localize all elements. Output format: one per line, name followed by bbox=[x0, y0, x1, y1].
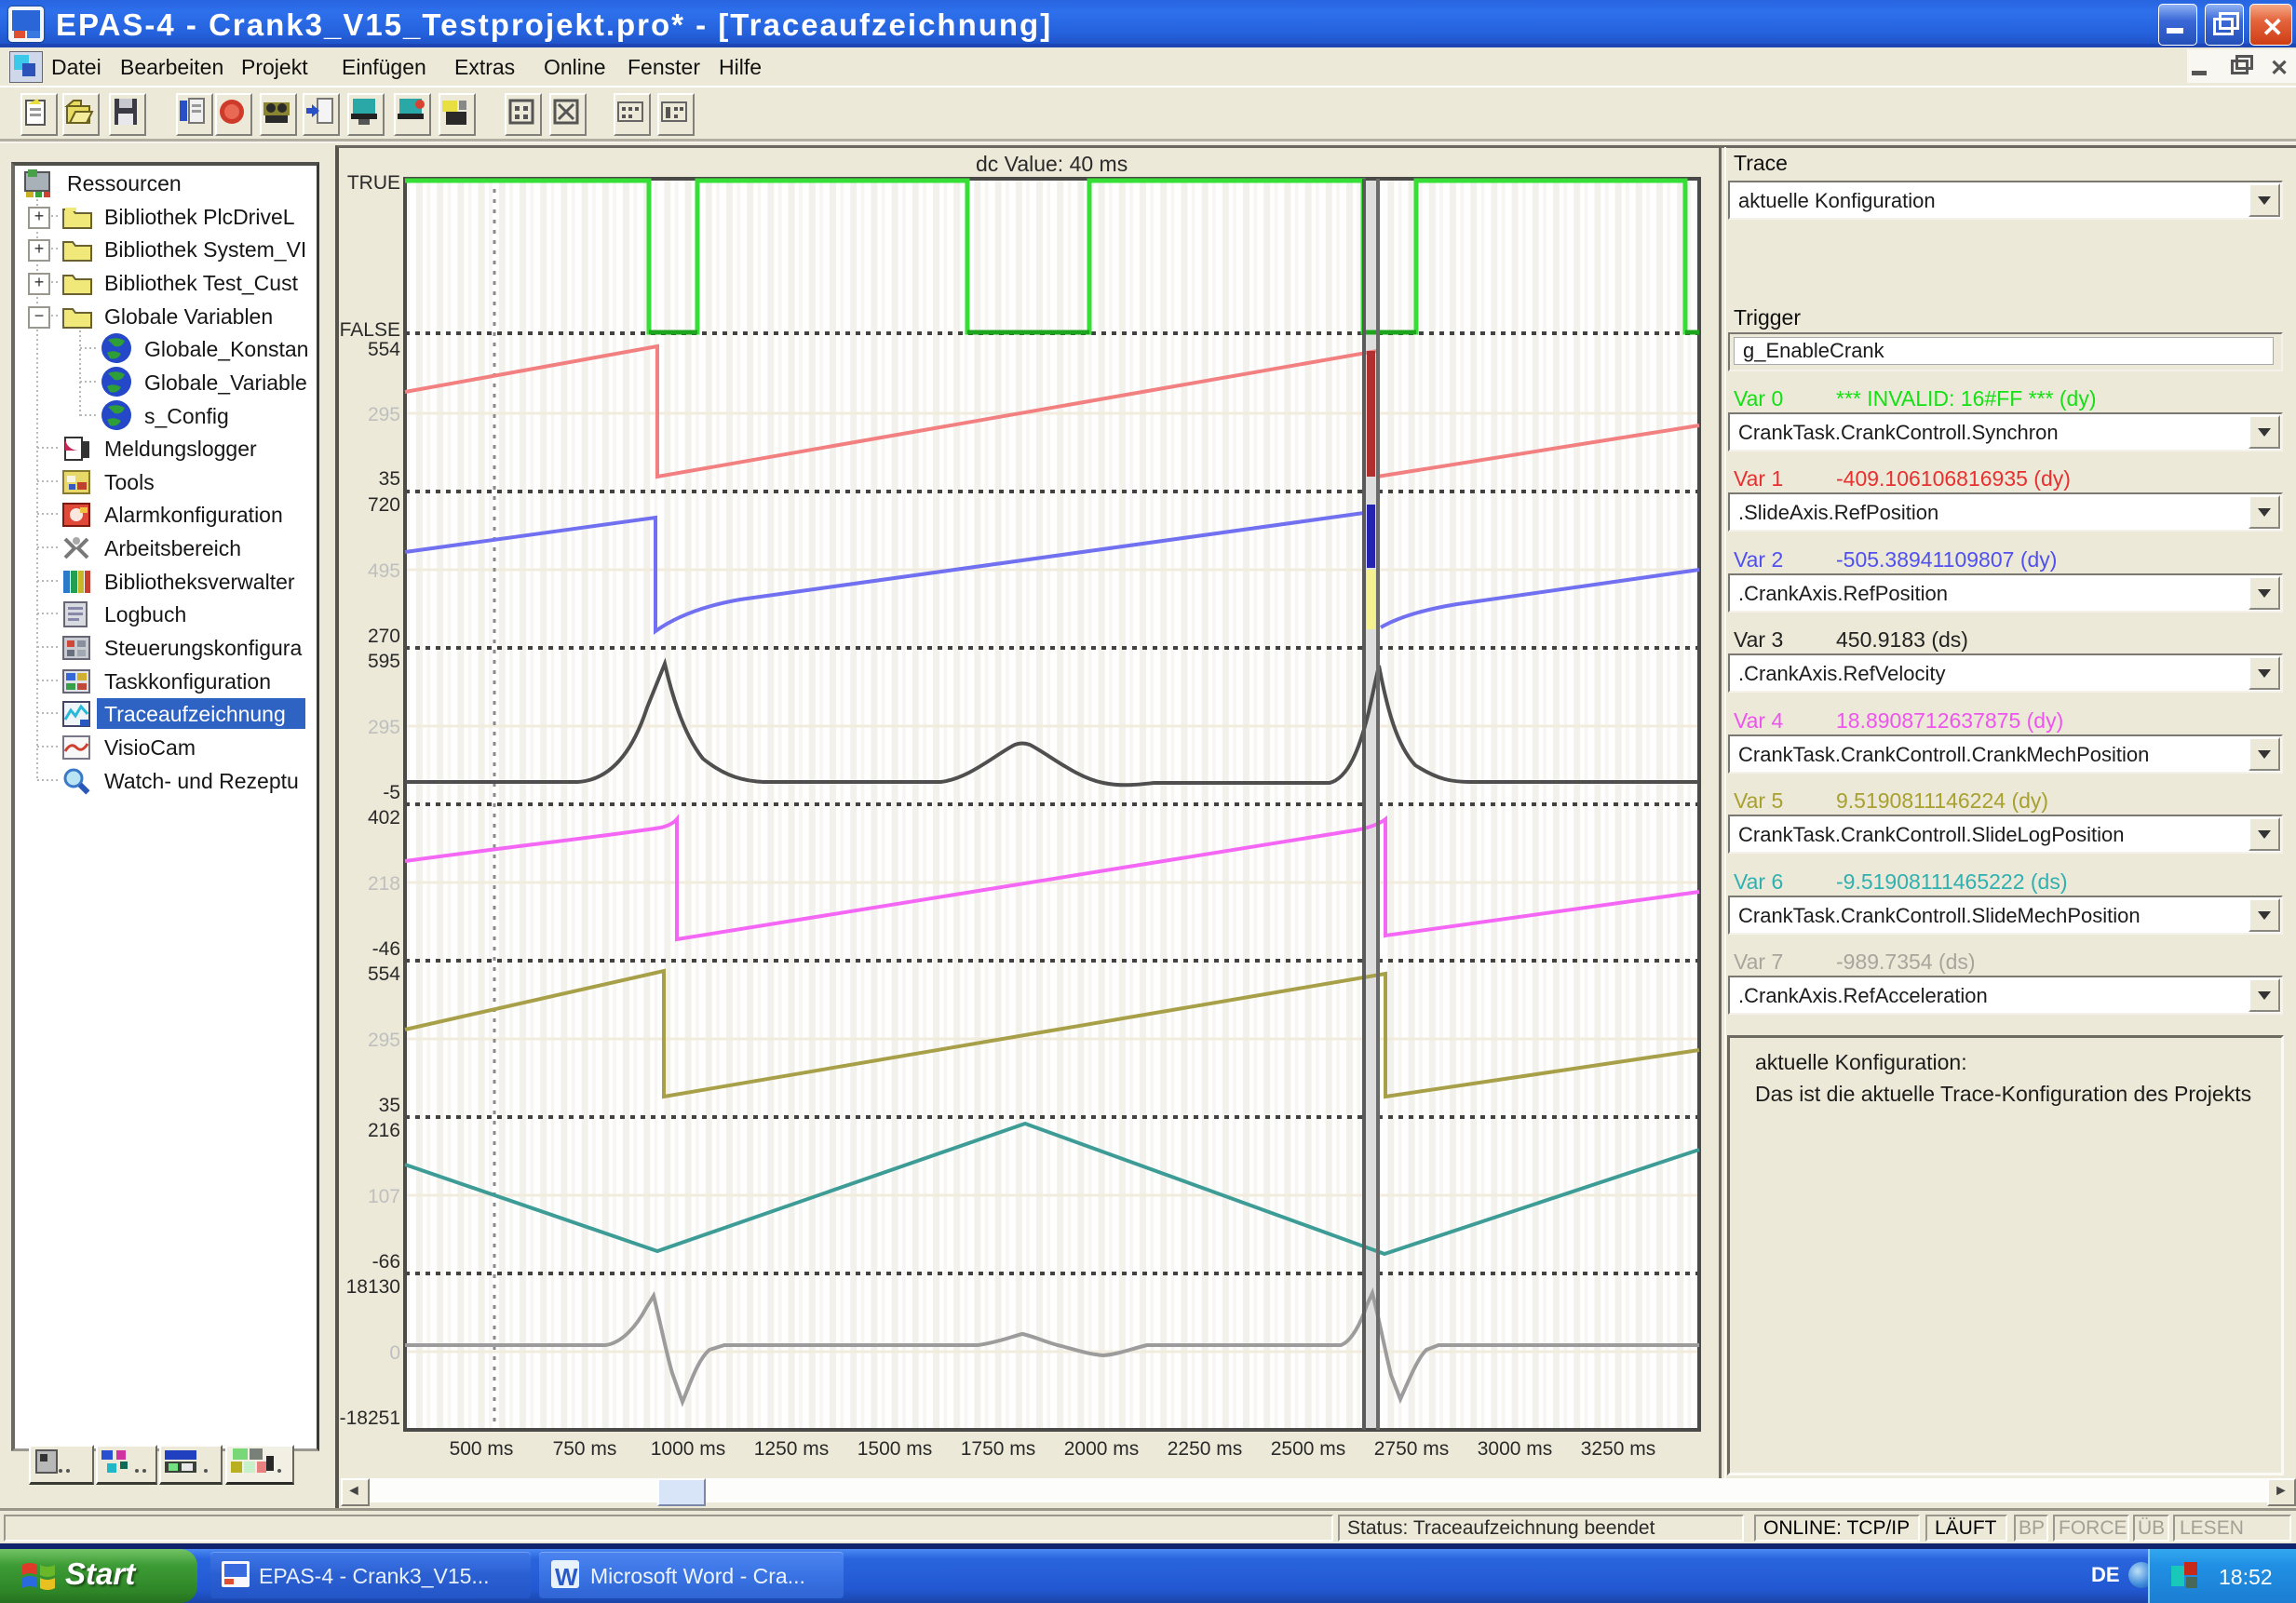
svg-text:554: 554 bbox=[368, 339, 400, 360]
svg-text:18130: 18130 bbox=[346, 1276, 400, 1298]
svg-text:-18251: -18251 bbox=[340, 1408, 400, 1429]
svg-text:720: 720 bbox=[368, 494, 400, 516]
svg-text:295: 295 bbox=[368, 717, 400, 738]
svg-text:218: 218 bbox=[368, 873, 400, 895]
svg-text:2750 ms: 2750 ms bbox=[1374, 1438, 1450, 1460]
svg-text:295: 295 bbox=[368, 1030, 400, 1051]
svg-text:270: 270 bbox=[368, 626, 400, 647]
svg-text:-66: -66 bbox=[372, 1251, 400, 1273]
svg-text:1500 ms: 1500 ms bbox=[858, 1438, 933, 1460]
svg-text:750 ms: 750 ms bbox=[553, 1438, 617, 1460]
svg-text:295: 295 bbox=[368, 404, 400, 425]
svg-text:2000 ms: 2000 ms bbox=[1064, 1438, 1140, 1460]
svg-text:35: 35 bbox=[379, 1095, 400, 1116]
svg-text:3000 ms: 3000 ms bbox=[1478, 1438, 1553, 1460]
svg-text:1000 ms: 1000 ms bbox=[651, 1438, 726, 1460]
svg-text:495: 495 bbox=[368, 560, 400, 582]
svg-text:595: 595 bbox=[368, 651, 400, 672]
svg-text:1750 ms: 1750 ms bbox=[961, 1438, 1036, 1460]
svg-text:2500 ms: 2500 ms bbox=[1271, 1438, 1346, 1460]
svg-text:216: 216 bbox=[368, 1120, 400, 1141]
svg-text:554: 554 bbox=[368, 963, 400, 985]
svg-text:-46: -46 bbox=[372, 938, 400, 960]
svg-text:402: 402 bbox=[368, 807, 400, 828]
svg-text:FALSE: FALSE bbox=[340, 319, 400, 341]
svg-text:1250 ms: 1250 ms bbox=[754, 1438, 830, 1460]
svg-text:0: 0 bbox=[389, 1342, 400, 1364]
svg-text:3250 ms: 3250 ms bbox=[1581, 1438, 1656, 1460]
svg-text:500 ms: 500 ms bbox=[450, 1438, 514, 1460]
svg-text:-5: -5 bbox=[383, 782, 400, 803]
svg-text:107: 107 bbox=[368, 1186, 400, 1207]
svg-text:35: 35 bbox=[379, 468, 400, 490]
svg-text:2250 ms: 2250 ms bbox=[1168, 1438, 1243, 1460]
svg-text:TRUE: TRUE bbox=[347, 172, 400, 194]
